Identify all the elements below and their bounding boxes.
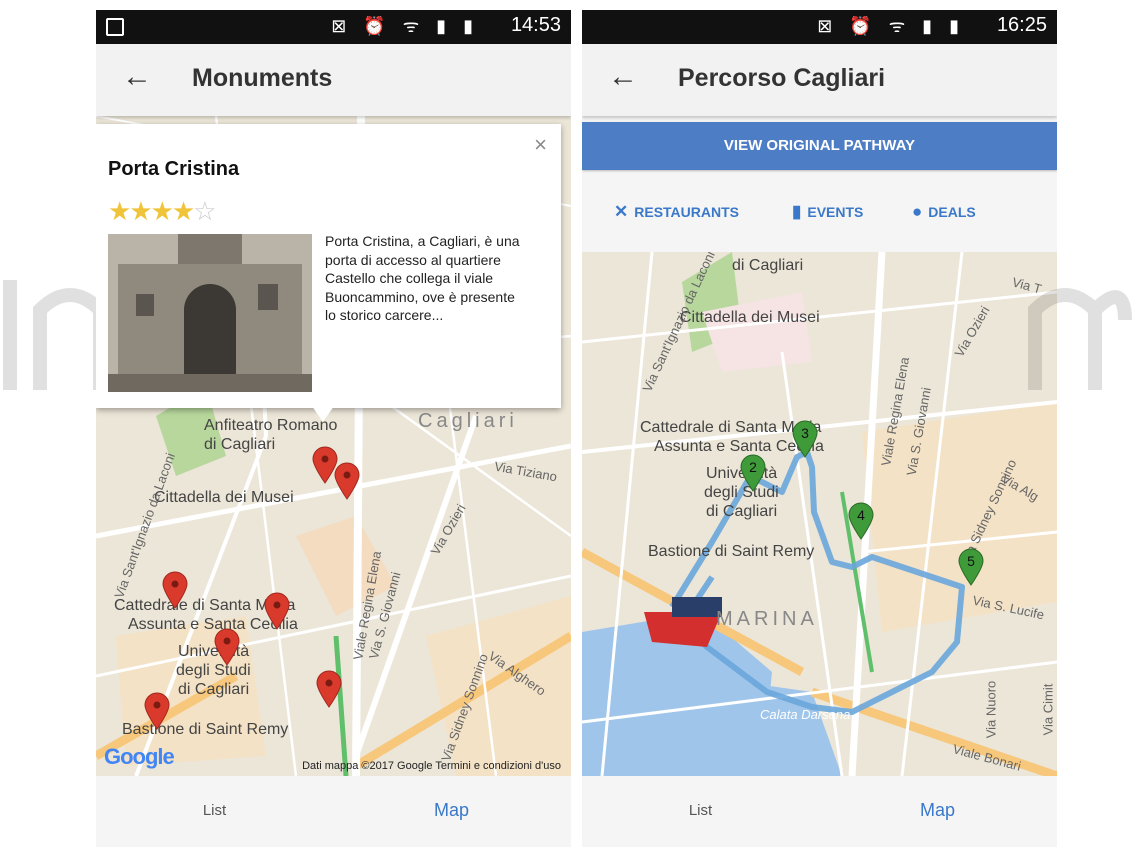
view-original-pathway-button[interactable]: VIEW ORIGINAL PATHWAY [582, 122, 1057, 170]
category-label: EVENTS [807, 204, 864, 220]
gallery-icon [106, 18, 124, 36]
status-bar: ⊠ ⏰ ᯤ ▮ ▮ 14:53 [96, 10, 571, 44]
marker-info-window[interactable]: × Porta Cristina ★★★★☆ Porta Cristina, a… [96, 124, 561, 422]
status-icons: ⊠ ⏰ ᯤ ▮ ▮ [331, 16, 479, 36]
star-filled-icon: ★★★★ [108, 196, 195, 226]
map-pin-red[interactable] [162, 571, 188, 609]
tab-list[interactable]: List [582, 802, 819, 819]
tab-list[interactable]: List [96, 802, 333, 819]
map-label-cagliari: di Cagliari [732, 257, 804, 274]
route-stop-marker[interactable]: 2 [740, 454, 766, 492]
category-label: DEALS [928, 204, 976, 220]
route-stop-number: 2 [749, 459, 757, 475]
map-label-marina: MARINA [716, 608, 818, 630]
deals-icon: ● [912, 202, 923, 221]
map-pin-red[interactable] [334, 462, 360, 500]
map-pin-red[interactable] [264, 592, 290, 630]
map-attribution[interactable]: Dati mappa ©2017 Google Termini e condiz… [302, 760, 561, 772]
star-rating: ★★★★☆ [108, 196, 217, 227]
google-logo: Google [104, 744, 175, 769]
monument-photo [108, 234, 312, 392]
map-label-anfiteatro: di Cagliari [204, 436, 276, 453]
app-bar: ← Percorso Cagliari [582, 44, 1057, 116]
category-restaurants[interactable]: ✕ RESTAURANTS [614, 202, 739, 222]
info-window-title: Porta Cristina [108, 158, 240, 180]
route-stop-number: 3 [801, 425, 809, 441]
monument-description: Porta Cristina, a Cagliari, è una porta … [325, 233, 520, 323]
info-window-pointer [312, 406, 334, 422]
tab-map[interactable]: Map [819, 800, 1056, 821]
page-title: Percorso Cagliari [678, 64, 886, 92]
map-label-bastione: Bastione di Saint Remy [648, 543, 815, 560]
route-stop-number: 5 [967, 553, 975, 569]
map-label-cittadella: Cittadella dei Musei [680, 309, 820, 326]
close-icon[interactable]: × [534, 132, 547, 158]
app-bar: ← Monuments [96, 44, 571, 116]
star-empty-icon: ☆ [193, 196, 216, 226]
map-label-nuoro: Via Nuoro [983, 680, 999, 739]
page-title: Monuments [192, 64, 333, 92]
route-stop-marker[interactable]: 4 [848, 502, 874, 540]
status-time: 14:53 [510, 14, 561, 36]
route-stop-marker[interactable]: 3 [792, 420, 818, 458]
status-icons: ⊠ ⏰ ᯤ ▮ ▮ [817, 16, 965, 36]
map-label-cittadella: Cittadella dei Musei [154, 489, 294, 506]
monument-photo-drawing [108, 234, 312, 392]
map-label-cagliari: Cagliari [418, 410, 518, 432]
back-arrow-icon[interactable]: ← [122, 60, 152, 94]
back-arrow-icon[interactable]: ← [608, 60, 638, 94]
status-time: 16:25 [996, 14, 1047, 36]
bottom-navigation: List Map [96, 776, 571, 847]
fork-knife-icon: ✕ [614, 202, 629, 221]
map-label-universita: di Cagliari [706, 503, 778, 520]
map-label-darsena: Calata Darsena [760, 707, 851, 722]
route-stop-number: 4 [857, 507, 865, 523]
map-pin-red[interactable] [316, 670, 342, 708]
tab-map[interactable]: Map [333, 800, 570, 821]
category-deals[interactable]: ● DEALS [912, 202, 976, 222]
map-label-universita: di Cagliari [178, 681, 250, 698]
calendar-icon: ▮ [792, 202, 802, 221]
phone-screen-monuments: ⊠ ⏰ ᯤ ▮ ▮ 14:53 ← Monuments Anfiteatro R… [96, 10, 571, 847]
map-pin-red[interactable] [144, 692, 170, 730]
map-view[interactable]: di Cagliari Via T Cittadella dei Musei V… [582, 252, 1057, 776]
status-bar: ⊠ ⏰ ᯤ ▮ ▮ 16:25 [582, 10, 1057, 44]
google-logo: Google [104, 744, 175, 770]
route-stop-marker[interactable]: 5 [958, 548, 984, 586]
phone-screen-percorso: ⊠ ⏰ ᯤ ▮ ▮ 16:25 ← Percorso Cagliari VIEW… [582, 10, 1057, 847]
category-label: RESTAURANTS [634, 204, 739, 220]
map-pin-red[interactable] [214, 628, 240, 666]
category-events[interactable]: ▮ EVENTS [792, 202, 863, 222]
bottom-navigation: List Map [582, 776, 1057, 847]
map-label-cimit: Via Cimit [1040, 683, 1056, 736]
